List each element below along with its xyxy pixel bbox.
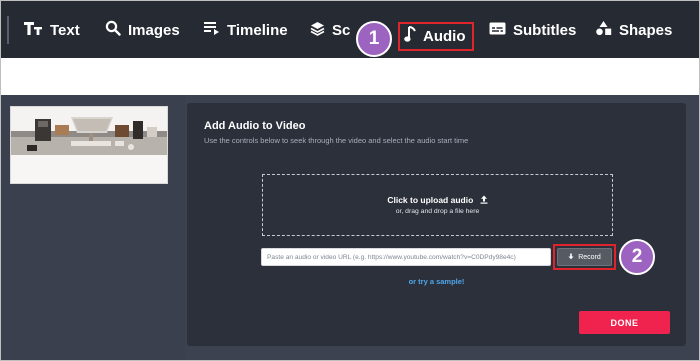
audio-url-input[interactable] [261, 248, 551, 266]
panel-title: Add Audio to Video [204, 120, 306, 132]
top-toolbar: Text Images Timeline Sce 1 Audio [1, 1, 699, 58]
step-one-callout: 1 [356, 21, 392, 57]
upload-label: Click to upload audio [387, 195, 474, 205]
record-button[interactable]: Record [557, 248, 612, 266]
layers-icon [310, 21, 325, 40]
timeline-icon [203, 21, 220, 39]
nav-timeline-label: Timeline [227, 21, 288, 39]
nav-subtitles[interactable]: Subtitles [489, 17, 576, 43]
upload-sub-text: or, drag and drop a file here [395, 208, 480, 215]
desk-scene-image [11, 107, 167, 183]
shapes-icon [595, 20, 612, 40]
nav-scenes-label: Sce [332, 21, 350, 39]
upload-main-text: Click to upload audio [263, 195, 612, 206]
record-highlight: Record [553, 244, 616, 270]
done-button[interactable]: DONE [579, 311, 670, 334]
download-arrow-icon [568, 253, 574, 262]
nav-shapes-label: Shapes [619, 21, 673, 39]
scene-thumbnail[interactable] [10, 106, 168, 184]
upload-dropzone[interactable]: Click to upload audio or, drag and drop … [262, 174, 613, 236]
panel-description: Use the controls below to seek through t… [204, 136, 469, 145]
nav-subtitles-label: Subtitles [513, 21, 577, 39]
toolbar-divider [7, 16, 9, 44]
search-icon [105, 20, 121, 40]
nav-shapes[interactable]: Shapes [595, 17, 672, 43]
nav-images[interactable]: Images [105, 17, 180, 43]
canvas-gap [1, 58, 699, 95]
nav-text[interactable]: Text [23, 17, 80, 43]
upload-arrow-icon [480, 195, 488, 206]
app-window: Text Images Timeline Sce 1 Audio [0, 0, 700, 361]
text-size-icon [23, 20, 43, 40]
step-two-callout: 2 [619, 239, 655, 275]
music-note-icon [404, 26, 416, 47]
try-sample-link[interactable]: or try a sample! [1, 277, 699, 286]
nav-audio[interactable]: Audio [398, 22, 474, 51]
nav-images-label: Images [128, 21, 180, 39]
nav-text-label: Text [50, 21, 80, 39]
nav-scenes[interactable]: Sce [310, 17, 350, 43]
subtitles-icon [489, 22, 506, 39]
record-label: Record [578, 253, 601, 261]
nav-audio-label: Audio [423, 28, 466, 45]
nav-timeline[interactable]: Timeline [203, 17, 288, 43]
